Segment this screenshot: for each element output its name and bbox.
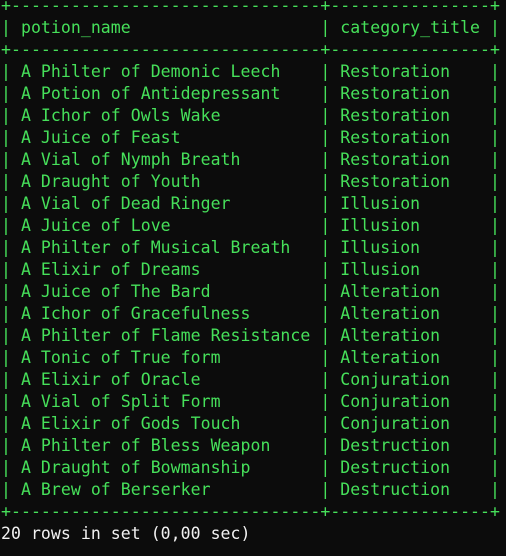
- table-row: | A Tonic of True form | Alteration |: [1, 348, 500, 367]
- table-border-top: +-------------------------------+-------…: [1, 0, 500, 15]
- query-result-summary: 20 rows in set (0,00 sec): [1, 524, 251, 543]
- table-row: | A Juice of Feast | Restoration |: [1, 128, 500, 147]
- table-border-header: +-------------------------------+-------…: [1, 40, 500, 59]
- table-row: | A Philter of Demonic Leech | Restorati…: [1, 62, 500, 81]
- table-row: | A Brew of Berserker | Destruction |: [1, 480, 500, 499]
- table-row: | A Potion of Antidepressant | Restorati…: [1, 84, 500, 103]
- table-header-row: | potion_name | category_title |: [1, 18, 500, 37]
- table-row: | A Ichor of Owls Wake | Restoration |: [1, 106, 500, 125]
- table-row: | A Vial of Dead Ringer | Illusion |: [1, 194, 500, 213]
- table-row: | A Philter of Bless Weapon | Destructio…: [1, 436, 500, 455]
- table-row: | A Elixir of Oracle | Conjuration |: [1, 370, 500, 389]
- table-row: | A Ichor of Gracefulness | Alteration |: [1, 304, 500, 323]
- table-row: | A Elixir of Dreams | Illusion |: [1, 260, 500, 279]
- table-row: | A Juice of Love | Illusion |: [1, 216, 500, 235]
- table-row: | A Vial of Nymph Breath | Restoration |: [1, 150, 500, 169]
- table-row: | A Juice of The Bard | Alteration |: [1, 282, 500, 301]
- table-row: | A Philter of Flame Resistance | Altera…: [1, 326, 500, 345]
- table-row: | A Philter of Musical Breath | Illusion…: [1, 238, 500, 257]
- table-row: | A Vial of Split Form | Conjuration |: [1, 392, 500, 411]
- terminal-window[interactable]: +-------------------------------+-------…: [0, 0, 506, 556]
- table-row: | A Draught of Youth | Restoration |: [1, 172, 500, 191]
- table-row: | A Elixir of Gods Touch | Conjuration |: [1, 414, 500, 433]
- table-row: | A Draught of Bowmanship | Destruction …: [1, 458, 500, 477]
- table-border-bottom: +-------------------------------+-------…: [1, 502, 500, 521]
